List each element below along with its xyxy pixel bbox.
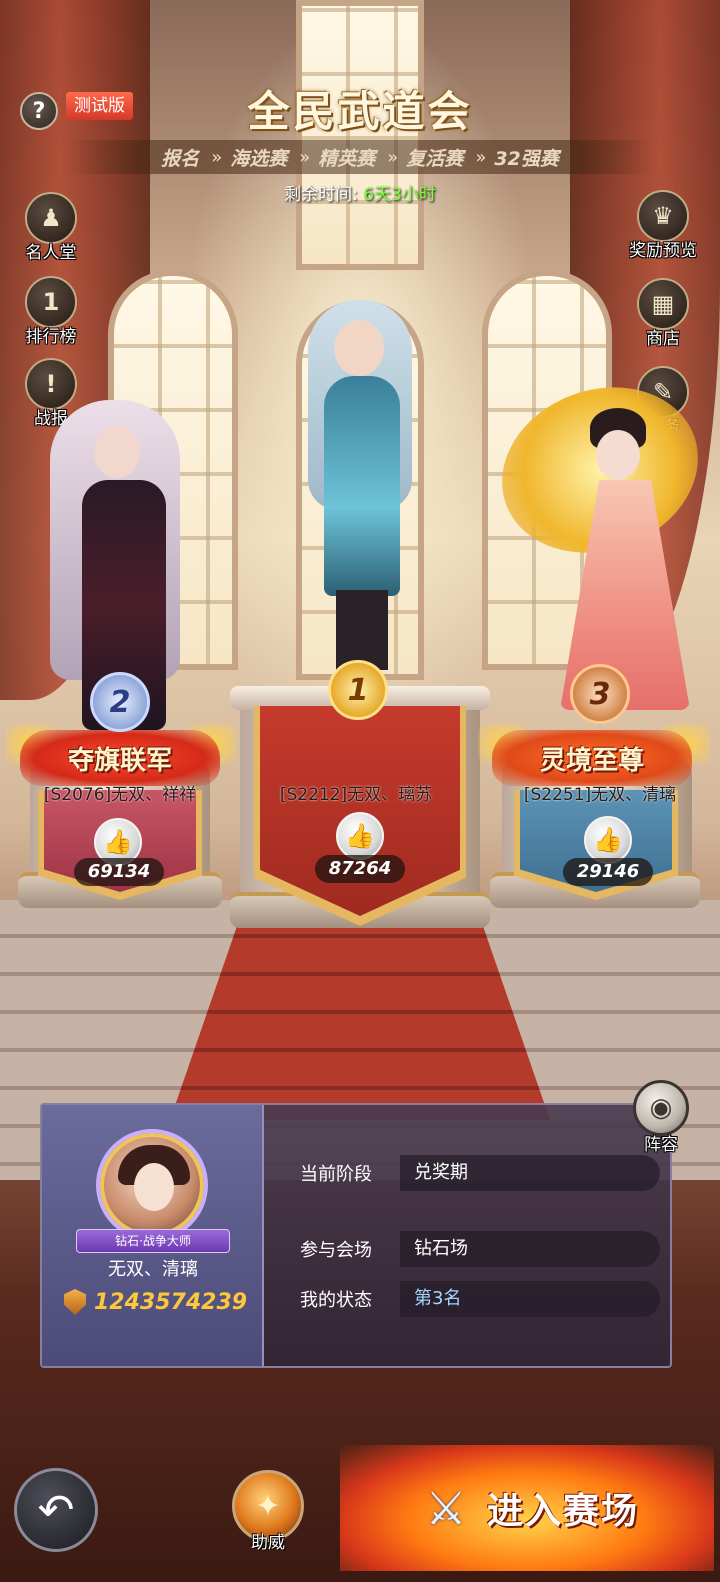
stage-revival: 复活赛 bbox=[406, 147, 464, 170]
shield-icon bbox=[64, 1289, 86, 1315]
current-phase-row: 当前阶段 兑奖期 bbox=[288, 1155, 660, 1191]
thumbs-up-icon: 👍 bbox=[593, 826, 623, 854]
back-button[interactable]: ↶ bbox=[14, 1468, 98, 1552]
remaining-label: 剩余时间: bbox=[284, 185, 358, 205]
podium-2-title: 夺旗联军 bbox=[20, 730, 220, 786]
chevron-right-icon: » bbox=[299, 146, 310, 168]
character-head bbox=[596, 430, 640, 480]
status-row: 我的状态 第3名 bbox=[288, 1281, 660, 1317]
rank-2-medal: 2 bbox=[90, 672, 150, 732]
status-label: 我的状态 bbox=[300, 1290, 372, 1311]
chevron-right-icon: » bbox=[387, 146, 398, 168]
back-arrow-icon: ↶ bbox=[37, 1484, 75, 1536]
rank-tier-ribbon: 钻石·战争大师 bbox=[76, 1229, 230, 1253]
podium-3-title: 灵境至尊 bbox=[492, 730, 692, 786]
podium-2-player-name: [S2076]无双、祥祥 bbox=[43, 785, 197, 805]
hall-of-fame-button[interactable]: ♟ 名人堂 bbox=[12, 192, 90, 263]
podium-1-like-count: 87264 bbox=[315, 855, 405, 883]
character-head bbox=[334, 320, 384, 376]
enter-arena-label: 进入赛场 bbox=[486, 1491, 639, 1532]
hall-of-fame-icon: ♟ bbox=[25, 192, 77, 244]
podium-3-player-name: [S2251]无双、清璃 bbox=[523, 785, 677, 805]
avatar bbox=[100, 1133, 204, 1237]
shop-button[interactable]: ▦ 商店 bbox=[624, 278, 702, 349]
reward-preview-button[interactable]: ♛ 奖励预览 bbox=[624, 190, 702, 261]
thumbs-up-icon: 👍 bbox=[103, 828, 133, 856]
enter-arena-button[interactable]: ⚔ 进入赛场 bbox=[340, 1445, 714, 1571]
podium-3-like-button[interactable]: 👍 bbox=[584, 816, 632, 864]
cheer-label: 助威 bbox=[251, 1533, 285, 1553]
stage-preliminary: 海选赛 bbox=[230, 147, 288, 170]
venue-value: 钻石场 bbox=[400, 1231, 660, 1267]
current-phase-label: 当前阶段 bbox=[300, 1164, 372, 1185]
podium-1-like-button[interactable]: 👍 bbox=[336, 812, 384, 860]
podium-2-like-count: 69134 bbox=[74, 858, 164, 886]
profile-card[interactable]: 钻石·战争大师 无双、清璃 1243574239 bbox=[42, 1105, 264, 1366]
chevron-right-icon: » bbox=[475, 146, 486, 168]
thumbs-up-icon: 👍 bbox=[345, 822, 375, 850]
crossed-swords-icon: ⚔ bbox=[425, 1481, 467, 1535]
rank-3-character[interactable] bbox=[478, 360, 720, 710]
leaderboard-icon: 1 bbox=[25, 276, 77, 328]
podium-3-like-count: 29146 bbox=[563, 858, 653, 886]
remaining-time: 剩余时间: 6天3小时 bbox=[0, 180, 720, 205]
hall-of-fame-label: 名人堂 bbox=[25, 243, 77, 263]
character-legs bbox=[336, 590, 388, 670]
shop-icon: ▦ bbox=[637, 278, 689, 330]
page-title: 全民武道会 bbox=[247, 87, 473, 136]
status-value: 第3名 bbox=[400, 1281, 660, 1317]
reward-preview-label: 奖励预览 bbox=[629, 241, 697, 261]
venue-label: 参与会场 bbox=[300, 1240, 372, 1261]
avatar-face bbox=[134, 1163, 174, 1211]
leaderboard-button[interactable]: 1 排行榜 bbox=[12, 276, 90, 347]
player-info-panel: 钻石·战争大师 无双、清璃 1243574239 当前阶段 兑奖期 参与会场 钻… bbox=[40, 1103, 672, 1368]
stage-progress-bar: 报名 » 海选赛 » 精英赛 » 复活赛 » 32强赛 bbox=[70, 140, 650, 174]
podium-1-player-name: [S2212]无双、璃苏 bbox=[279, 785, 433, 805]
stage-top32: 32强赛 bbox=[494, 147, 559, 170]
power-value: 1243574239 bbox=[94, 1289, 248, 1315]
shop-label: 商店 bbox=[646, 329, 680, 349]
power-row: 1243574239 bbox=[64, 1289, 247, 1315]
current-phase-value: 兑奖期 bbox=[400, 1155, 660, 1191]
rank-3-medal: 3 bbox=[570, 664, 630, 724]
leaderboard-label: 排行榜 bbox=[25, 327, 77, 347]
profile-name: 无双、清璃 bbox=[108, 1259, 198, 1280]
chevron-right-icon: » bbox=[211, 146, 222, 168]
reward-preview-icon: ♛ bbox=[637, 190, 689, 242]
rank-1-medal: 1 bbox=[328, 660, 388, 720]
character-head bbox=[94, 426, 140, 478]
stage-signup: 报名 bbox=[161, 147, 200, 170]
stage-elite: 精英赛 bbox=[318, 147, 376, 170]
lineup-button[interactable]: ◉ 阵容 bbox=[628, 1080, 694, 1155]
cheer-button[interactable]: ✦ 助威 bbox=[230, 1470, 306, 1553]
rank-1-character[interactable] bbox=[284, 300, 434, 680]
remaining-value: 6天3小时 bbox=[363, 185, 436, 205]
lineup-label: 阵容 bbox=[644, 1135, 678, 1155]
character-body bbox=[324, 376, 400, 596]
venue-row: 参与会场 钻石场 bbox=[288, 1231, 660, 1267]
lineup-icon: ◉ bbox=[633, 1080, 689, 1136]
